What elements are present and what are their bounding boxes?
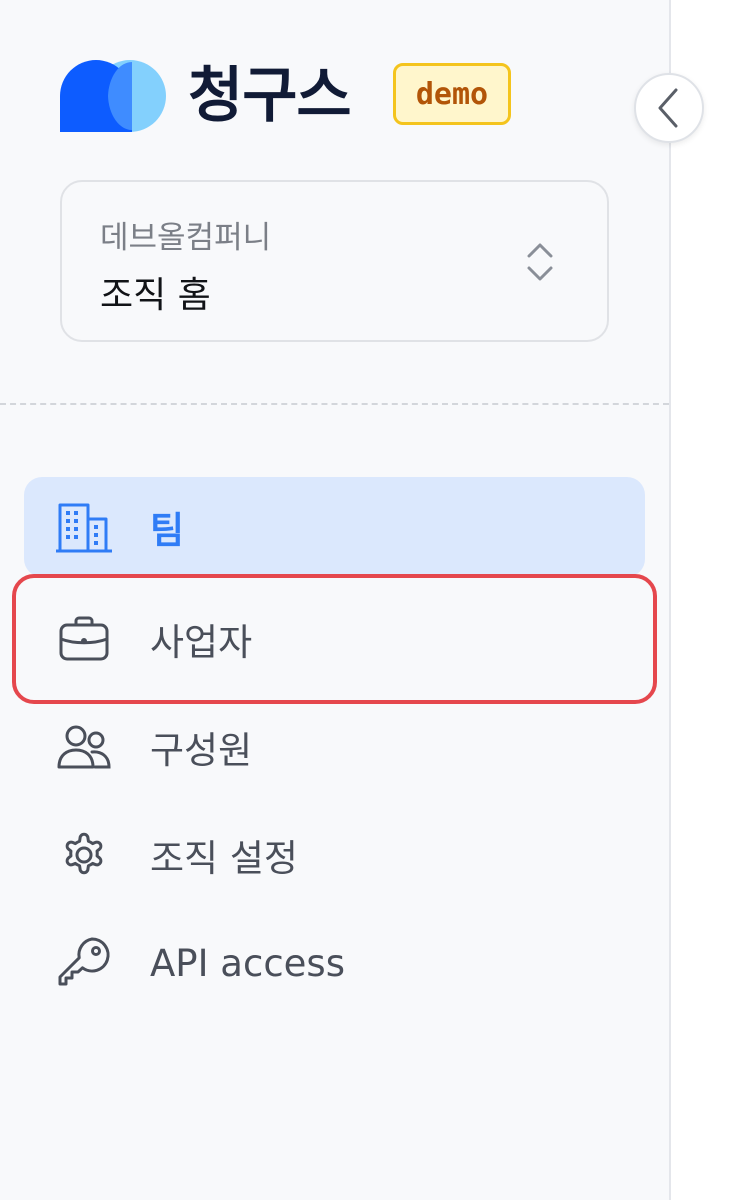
sidebar: 청구스 demo 데브올컴퍼니 조직 홈 팀 사업자 구성원 조직 설정 API…	[0, 0, 671, 1200]
building-icon	[56, 499, 112, 555]
briefcase-icon	[56, 611, 112, 667]
collapse-sidebar-button[interactable]	[634, 73, 704, 143]
org-name: 데브올컴퍼니	[100, 220, 272, 256]
users-icon	[56, 719, 112, 775]
divider	[0, 403, 669, 405]
nav-item-org-settings[interactable]: 조직 설정	[24, 805, 645, 905]
chevron-up-down-icon	[527, 243, 553, 281]
gear-icon	[56, 827, 112, 883]
demo-badge: demo	[393, 63, 511, 125]
brand-name: 청구스	[188, 61, 352, 131]
nav-item-api-access[interactable]: API access	[24, 913, 645, 1013]
logo-mark-icon	[60, 60, 166, 132]
chevron-left-icon	[658, 88, 678, 128]
org-selector[interactable]: 데브올컴퍼니 조직 홈	[60, 180, 609, 342]
brand-logo[interactable]: 청구스	[60, 58, 352, 134]
nav-item-business[interactable]: 사업자	[24, 589, 645, 689]
main-content	[671, 0, 750, 1200]
current-page-label: 조직 홈	[100, 275, 211, 316]
key-icon	[56, 935, 112, 991]
nav-item-label: 사업자	[150, 621, 253, 664]
nav-item-members[interactable]: 구성원	[24, 697, 645, 797]
nav-item-label: 구성원	[150, 729, 253, 772]
nav-item-label: API access	[150, 941, 345, 985]
nav-item-label: 팀	[150, 509, 185, 552]
nav-item-label: 조직 설정	[150, 837, 298, 880]
nav-item-team[interactable]: 팀	[24, 477, 645, 577]
